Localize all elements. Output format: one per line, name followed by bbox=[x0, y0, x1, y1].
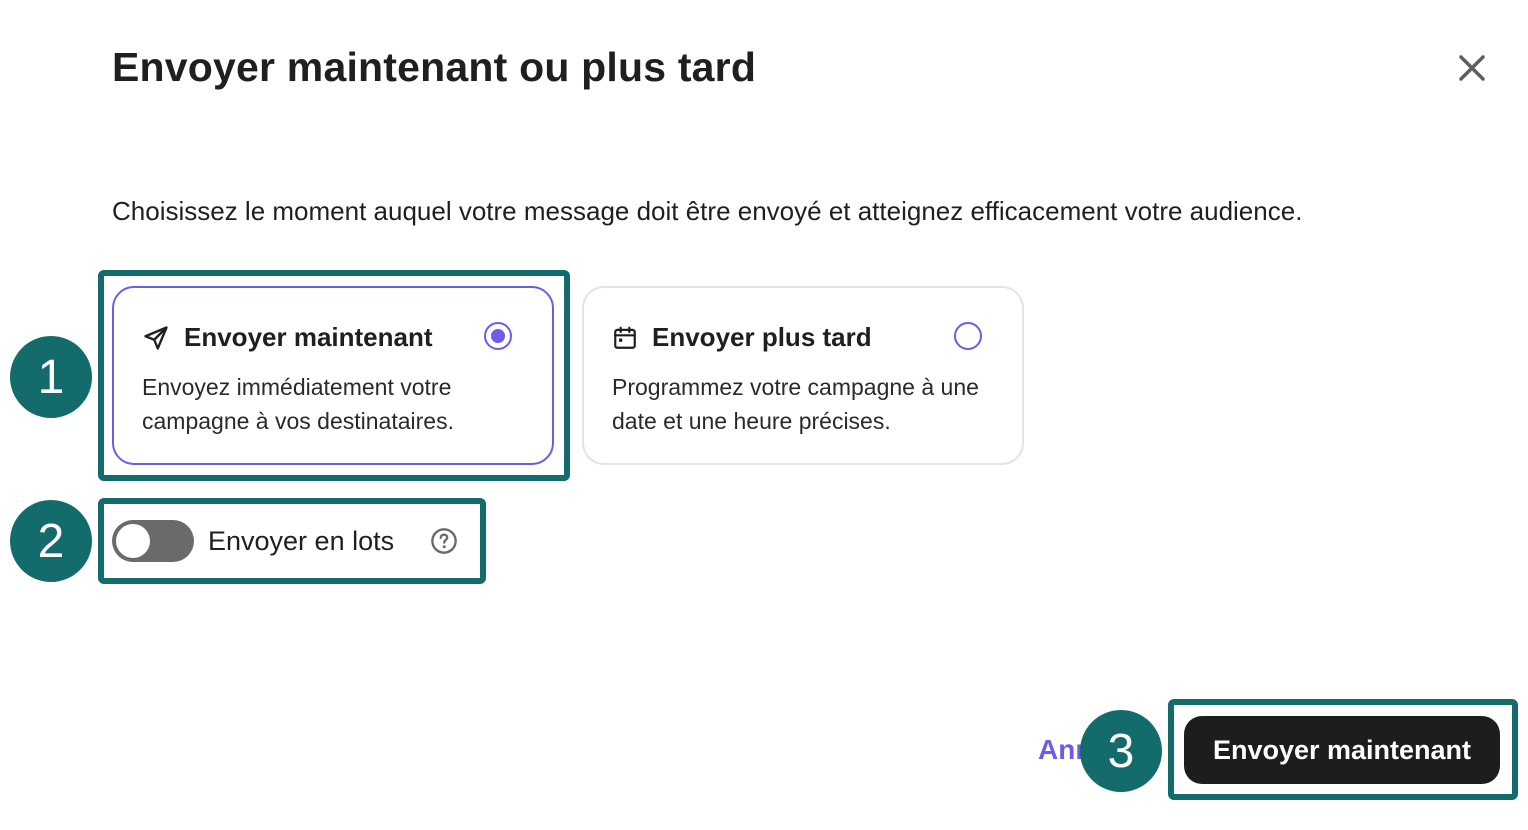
option-send-later-description: Programmez votre campagne à une date et … bbox=[612, 374, 979, 434]
close-button[interactable] bbox=[1452, 48, 1492, 88]
option-send-later-radio[interactable] bbox=[954, 322, 982, 350]
option-send-later-card[interactable]: Envoyer plus tard Programmez votre campa… bbox=[582, 286, 1024, 465]
send-dialog: Envoyer maintenant ou plus tard Choisiss… bbox=[0, 0, 1528, 830]
step-badge-1: 1 bbox=[10, 336, 92, 418]
option-send-later-title: Envoyer plus tard bbox=[652, 322, 872, 352]
dialog-description: Choisissez le moment auquel votre messag… bbox=[112, 196, 1303, 226]
calendar-icon bbox=[614, 326, 636, 349]
step-badge-3: 3 bbox=[1080, 710, 1162, 792]
close-icon bbox=[1459, 55, 1485, 81]
option-send-later-header: Envoyer plus tard bbox=[612, 322, 872, 353]
highlight-box-step-1 bbox=[98, 270, 570, 481]
highlight-box-step-3 bbox=[1168, 699, 1518, 800]
highlight-box-step-2 bbox=[98, 498, 486, 584]
step-badge-2: 2 bbox=[10, 500, 92, 582]
cancel-button[interactable]: Annuler bbox=[1038, 734, 1086, 766]
dialog-title: Envoyer maintenant ou plus tard bbox=[112, 44, 757, 90]
